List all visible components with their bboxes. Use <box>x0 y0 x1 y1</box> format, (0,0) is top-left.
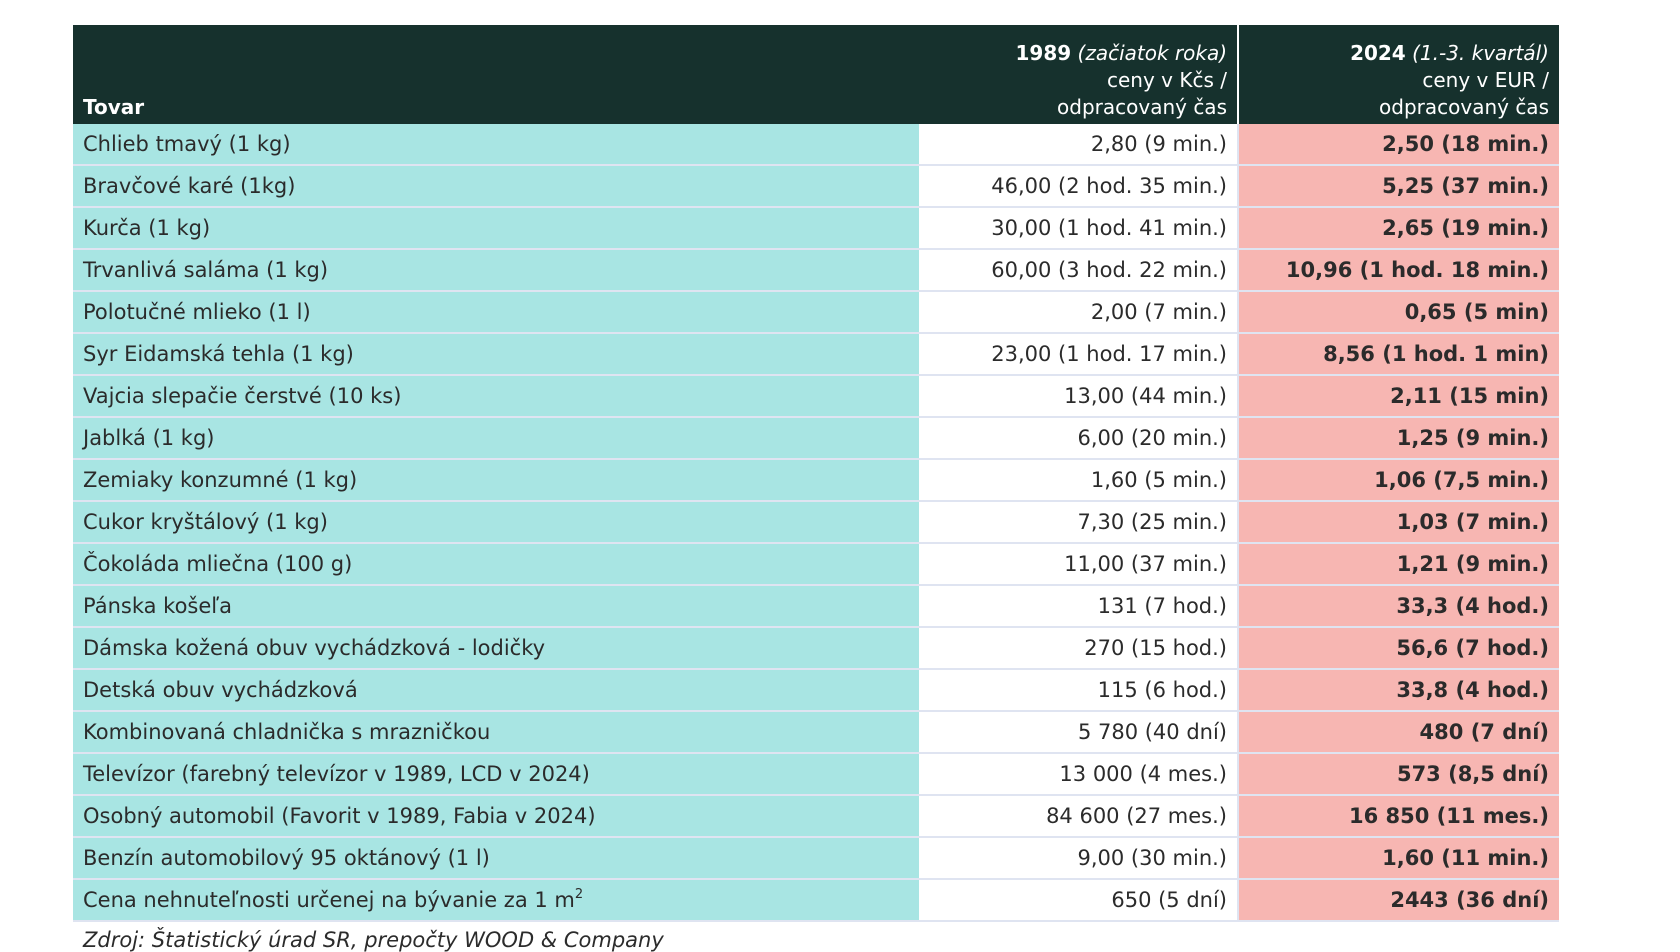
header-2024-year: 2024 <box>1350 41 1406 65</box>
goods-cell: Dámska kožená obuv vychádzková - lodičky <box>73 628 919 670</box>
header-1989-note: (začiatok roka) <box>1077 41 1227 65</box>
goods-cell: Jablká (1 kg) <box>73 418 919 460</box>
price-1989-cell: 46,00 (2 hod. 35 min.) <box>919 166 1239 208</box>
goods-cell: Televízor (farebný televízor v 1989, LCD… <box>73 754 919 796</box>
price-2024-cell: 33,3 (4 hod.) <box>1239 586 1559 628</box>
price-1989-cell: 13,00 (44 min.) <box>919 376 1239 418</box>
price-2024-cell: 5,25 (37 min.) <box>1239 166 1559 208</box>
price-2024-cell: 56,6 (7 hod.) <box>1239 628 1559 670</box>
header-1989: 1989 (začiatok roka) ceny v Kčs / odprac… <box>919 25 1239 124</box>
goods-cell: Čokoláda mliečna (100 g) <box>73 544 919 586</box>
price-2024-cell: 480 (7 dní) <box>1239 712 1559 754</box>
goods-cell: Detská obuv vychádzková <box>73 670 919 712</box>
header-2024-line3: odpracovaný čas <box>1379 95 1549 119</box>
table-row: Bravčové karé (1kg) 46,00 (2 hod. 35 min… <box>73 166 1559 208</box>
table-row: Cena nehnuteľnosti určenej na bývanie za… <box>73 880 1559 922</box>
price-1989-cell: 5 780 (40 dní) <box>919 712 1239 754</box>
goods-cell: Bravčové karé (1kg) <box>73 166 919 208</box>
price-1989-cell: 9,00 (30 min.) <box>919 838 1239 880</box>
price-2024-cell: 2443 (36 dní) <box>1239 880 1559 922</box>
table-row: Dámska kožená obuv vychádzková - lodičky… <box>73 628 1559 670</box>
price-1989-cell: 6,00 (20 min.) <box>919 418 1239 460</box>
price-2024-cell: 2,11 (15 min) <box>1239 376 1559 418</box>
table-row: Detská obuv vychádzková 115 (6 hod.) 33,… <box>73 670 1559 712</box>
table-row: Chlieb tmavý (1 kg) 2,80 (9 min.) 2,50 (… <box>73 124 1559 166</box>
goods-cell: Pánska košeľa <box>73 586 919 628</box>
price-1989-cell: 84 600 (27 mes.) <box>919 796 1239 838</box>
price-1989-cell: 7,30 (25 min.) <box>919 502 1239 544</box>
table-row: Cukor kryštálový (1 kg) 7,30 (25 min.) 1… <box>73 502 1559 544</box>
table-row: Syr Eidamská tehla (1 kg) 23,00 (1 hod. … <box>73 334 1559 376</box>
price-1989-cell: 115 (6 hod.) <box>919 670 1239 712</box>
price-2024-cell: 16 850 (11 mes.) <box>1239 796 1559 838</box>
price-2024-cell: 8,56 (1 hod. 1 min) <box>1239 334 1559 376</box>
price-table: Tovar 1989 (začiatok roka) ceny v Kčs / … <box>73 25 1559 922</box>
table-row: Osobný automobil (Favorit v 1989, Fabia … <box>73 796 1559 838</box>
source-note: Zdroj: Štatistický úrad SR, prepočty WOO… <box>83 928 664 952</box>
header-2024: 2024 (1.-3. kvartál) ceny v EUR / odprac… <box>1239 25 1559 124</box>
price-1989-cell: 270 (15 hod.) <box>919 628 1239 670</box>
goods-cell: Polotučné mlieko (1 l) <box>73 292 919 334</box>
goods-cell: Chlieb tmavý (1 kg) <box>73 124 919 166</box>
goods-cell: Kombinovaná chladnička s mrazničkou <box>73 712 919 754</box>
goods-cell: Zemiaky konzumné (1 kg) <box>73 460 919 502</box>
price-2024-cell: 33,8 (4 hod.) <box>1239 670 1559 712</box>
price-1989-cell: 1,60 (5 min.) <box>919 460 1239 502</box>
price-2024-cell: 1,25 (9 min.) <box>1239 418 1559 460</box>
price-comparison: Tovar 1989 (začiatok roka) ceny v Kčs / … <box>73 25 1559 952</box>
header-1989-line3: odpracovaný čas <box>1057 95 1227 119</box>
goods-cell: Cukor kryštálový (1 kg) <box>73 502 919 544</box>
header-1989-line2: ceny v Kčs / <box>1107 68 1227 92</box>
price-1989-cell: 11,00 (37 min.) <box>919 544 1239 586</box>
goods-cell: Kurča (1 kg) <box>73 208 919 250</box>
table-row: Zemiaky konzumné (1 kg) 1,60 (5 min.) 1,… <box>73 460 1559 502</box>
table-row: Kombinovaná chladnička s mrazničkou 5 78… <box>73 712 1559 754</box>
table-body: Chlieb tmavý (1 kg) 2,80 (9 min.) 2,50 (… <box>73 124 1559 922</box>
price-2024-cell: 0,65 (5 min) <box>1239 292 1559 334</box>
price-1989-cell: 650 (5 dní) <box>919 880 1239 922</box>
table-row: Trvanlivá saláma (1 kg) 60,00 (3 hod. 22… <box>73 250 1559 292</box>
table-row: Polotučné mlieko (1 l) 2,00 (7 min.) 0,6… <box>73 292 1559 334</box>
goods-cell: Benzín automobilový 95 oktánový (1 l) <box>73 838 919 880</box>
goods-cell: Vajcia slepačie čerstvé (10 ks) <box>73 376 919 418</box>
price-1989-cell: 30,00 (1 hod. 41 min.) <box>919 208 1239 250</box>
price-2024-cell: 1,21 (9 min.) <box>1239 544 1559 586</box>
goods-cell-text: Cena nehnuteľnosti určenej na bývanie za… <box>83 888 575 912</box>
price-1989-cell: 131 (7 hod.) <box>919 586 1239 628</box>
price-2024-cell: 2,50 (18 min.) <box>1239 124 1559 166</box>
goods-cell: Syr Eidamská tehla (1 kg) <box>73 334 919 376</box>
table-row: Pánska košeľa 131 (7 hod.) 33,3 (4 hod.) <box>73 586 1559 628</box>
price-1989-cell: 2,80 (9 min.) <box>919 124 1239 166</box>
price-2024-cell: 1,60 (11 min.) <box>1239 838 1559 880</box>
table-row: Televízor (farebný televízor v 1989, LCD… <box>73 754 1559 796</box>
price-1989-cell: 13 000 (4 mes.) <box>919 754 1239 796</box>
price-2024-cell: 10,96 (1 hod. 18 min.) <box>1239 250 1559 292</box>
goods-cell: Osobný automobil (Favorit v 1989, Fabia … <box>73 796 919 838</box>
goods-cell: Trvanlivá saláma (1 kg) <box>73 250 919 292</box>
table-row: Čokoláda mliečna (100 g) 11,00 (37 min.)… <box>73 544 1559 586</box>
price-2024-cell: 573 (8,5 dní) <box>1239 754 1559 796</box>
header-2024-note: (1.-3. kvartál) <box>1412 41 1549 65</box>
table-row: Kurča (1 kg) 30,00 (1 hod. 41 min.) 2,65… <box>73 208 1559 250</box>
price-1989-cell: 23,00 (1 hod. 17 min.) <box>919 334 1239 376</box>
price-2024-cell: 1,06 (7,5 min.) <box>1239 460 1559 502</box>
header-2024-line2: ceny v EUR / <box>1422 68 1549 92</box>
table-row: Benzín automobilový 95 oktánový (1 l) 9,… <box>73 838 1559 880</box>
superscript-2: 2 <box>574 887 584 902</box>
price-1989-cell: 60,00 (3 hod. 22 min.) <box>919 250 1239 292</box>
price-1989-cell: 2,00 (7 min.) <box>919 292 1239 334</box>
goods-cell: Cena nehnuteľnosti určenej na bývanie za… <box>73 880 919 922</box>
header-1989-year: 1989 <box>1015 41 1072 65</box>
price-2024-cell: 2,65 (19 min.) <box>1239 208 1559 250</box>
price-2024-cell: 1,03 (7 min.) <box>1239 502 1559 544</box>
table-row: Jablká (1 kg) 6,00 (20 min.) 1,25 (9 min… <box>73 418 1559 460</box>
header-goods: Tovar <box>73 25 919 124</box>
table-row: Vajcia slepačie čerstvé (10 ks) 13,00 (4… <box>73 376 1559 418</box>
table-header: Tovar 1989 (začiatok roka) ceny v Kčs / … <box>73 25 1559 124</box>
